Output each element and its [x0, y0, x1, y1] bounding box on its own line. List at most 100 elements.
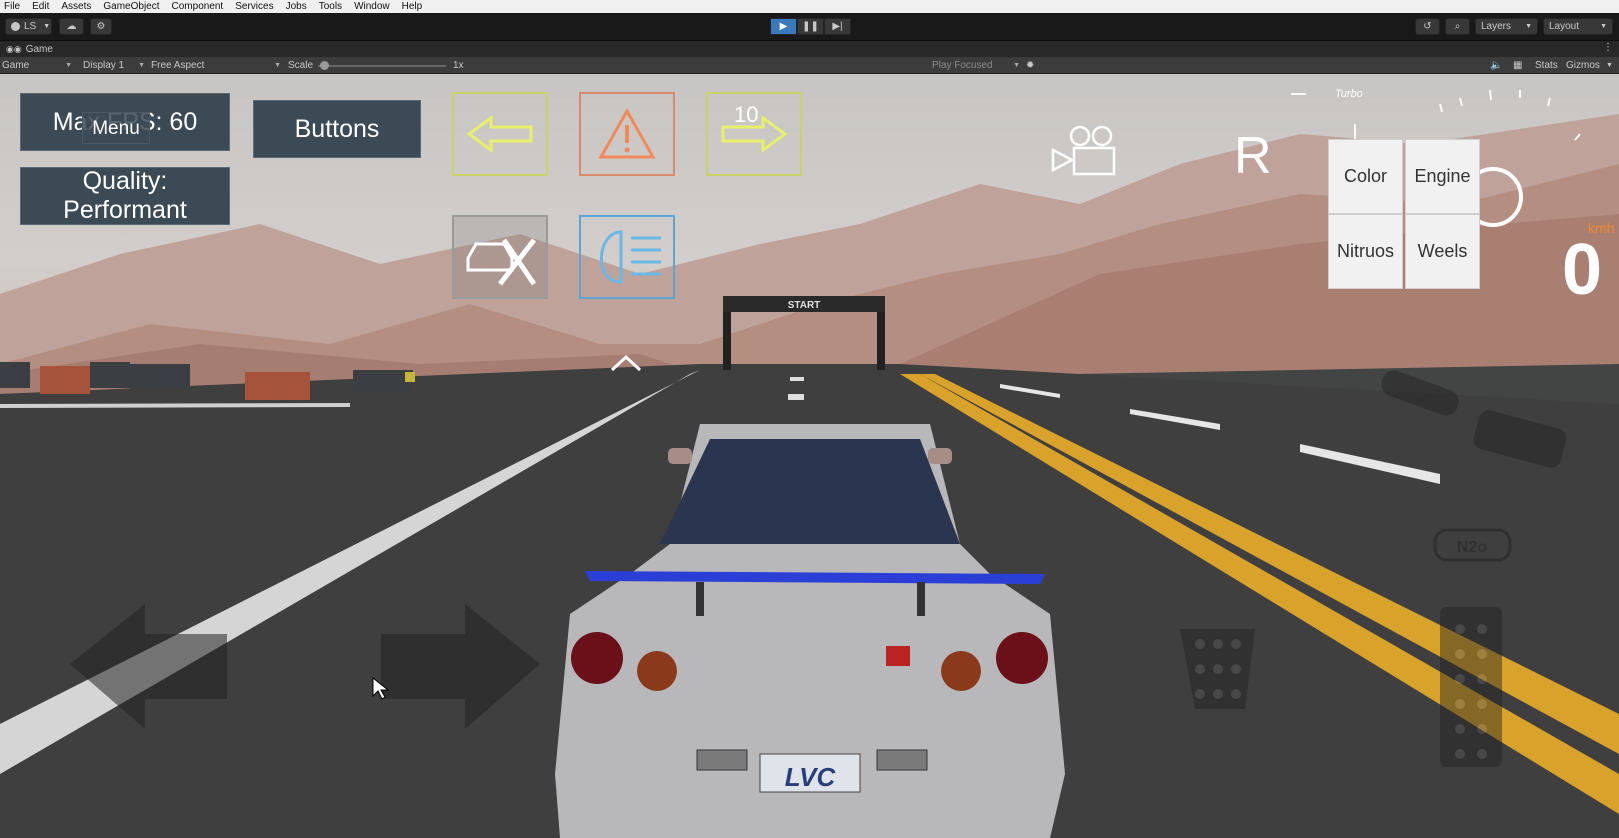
menu-gameobject[interactable]: GameObject	[97, 0, 165, 13]
layout-dropdown[interactable]: Layout ▼	[1543, 18, 1613, 35]
turbo-label: Turbo	[1335, 88, 1363, 100]
pause-button[interactable]: ❚❚	[797, 18, 824, 35]
chevron-down-icon[interactable]: ▼	[1606, 57, 1613, 74]
history-button[interactable]: ↺	[1415, 18, 1440, 35]
scale-slider-track[interactable]	[318, 65, 446, 67]
chevron-down-icon: ▼	[43, 23, 51, 30]
wheels-button[interactable]: Weels	[1405, 214, 1480, 289]
right-indicator-button[interactable]: 10	[706, 92, 802, 176]
search-icon: ⌕	[1454, 21, 1461, 32]
game-tab-bar: ◉◉ Game ⋮	[0, 41, 1619, 57]
bug-icon[interactable]: ✹	[1026, 57, 1034, 74]
menu-tools[interactable]: Tools	[313, 0, 348, 13]
license-plate-text: LVC	[785, 762, 837, 792]
menu-button[interactable]: Menu	[82, 112, 150, 144]
game-viewport[interactable]: START LVC N2o Max 60 Menu Quality: Perfo…	[0, 74, 1619, 838]
play-button[interactable]: ▶	[770, 18, 797, 35]
history-icon: ↺	[1423, 21, 1432, 32]
repair-button[interactable]	[452, 215, 548, 299]
start-banner-text: START	[788, 300, 821, 311]
play-focused-select[interactable]: Play Focused ▼	[932, 57, 1020, 74]
search-button[interactable]: ⌕	[1445, 18, 1470, 35]
headlights-button[interactable]	[579, 215, 675, 299]
account-icon	[11, 22, 20, 31]
layers-dropdown[interactable]: Layers ▼	[1475, 18, 1538, 35]
quality-label: Quality: Performant	[63, 167, 187, 224]
chevron-down-icon: ▼	[1600, 23, 1607, 30]
step-icon: ▶|	[832, 21, 843, 32]
nitro-button-label: Nitruos	[1336, 241, 1394, 261]
settings-icon: ⚙	[96, 21, 106, 32]
gamepad-icon: ◉◉	[6, 43, 22, 54]
arrow-left-icon	[466, 115, 533, 153]
pause-icon: ❚❚	[802, 21, 819, 32]
video-camera-icon	[1051, 125, 1116, 176]
menu-help[interactable]: Help	[396, 0, 429, 13]
speed-value: 0	[1562, 230, 1603, 310]
gear-indicator: R	[1234, 127, 1272, 185]
nitro-button[interactable]: Nitruos	[1328, 214, 1403, 289]
shift-up-button[interactable]	[610, 354, 642, 374]
more-options-icon[interactable]: ⋮	[1603, 42, 1613, 53]
camera-switch-button[interactable]	[1050, 124, 1120, 180]
main-toolbar: LS ▼ ☁ ⚙ ▶ ❚❚ ▶| ↺ ⌕ Layers ▼ Layout ▼	[0, 13, 1619, 41]
mute-audio-icon[interactable]: 🔈	[1490, 57, 1502, 74]
buttons-label: Buttons	[294, 114, 380, 143]
view-select[interactable]: Game ▼	[2, 57, 72, 74]
menu-component[interactable]: Component	[166, 0, 230, 13]
left-indicator-button[interactable]	[452, 92, 548, 176]
aspect-select[interactable]: Free Aspect ▼	[151, 57, 281, 74]
gizmos-button[interactable]: Gizmos	[1566, 57, 1600, 74]
cloud-icon: ☁	[66, 21, 77, 32]
keyboard-icon[interactable]: ▦	[1513, 57, 1522, 74]
scale-label: Scale	[288, 60, 314, 71]
headlight-icon	[600, 230, 661, 284]
warning-triangle-icon	[598, 108, 656, 159]
cloud-button[interactable]: ☁	[59, 18, 84, 35]
display-select[interactable]: Display 1 ▼	[83, 57, 145, 74]
gas-button[interactable]	[1440, 607, 1502, 767]
game-options-bar: Game ▼ Display 1 ▼ Free Aspect ▼ Scale 1…	[0, 57, 1619, 74]
chevron-down-icon: ▼	[65, 62, 72, 69]
menu-file[interactable]: File	[0, 0, 26, 13]
menu-window[interactable]: Window	[348, 0, 396, 13]
menu-label: Menu	[92, 117, 140, 139]
play-controls: ▶ ❚❚ ▶|	[770, 18, 851, 35]
layout-label: Layout	[1549, 21, 1580, 32]
center-dash	[788, 394, 804, 400]
view-select-value: Game	[2, 60, 30, 71]
chevron-down-icon: ▼	[138, 62, 145, 69]
scale-slider-handle[interactable]	[320, 61, 329, 70]
collab-button[interactable]: ⚙	[90, 18, 112, 35]
display-select-value: Display 1	[83, 60, 125, 71]
engine-button[interactable]: Engine	[1405, 139, 1480, 214]
nitro-boost-button[interactable]	[1435, 530, 1511, 561]
chevron-down-icon: ▼	[274, 62, 281, 69]
brake-button[interactable]	[1180, 629, 1256, 710]
engine-label: Engine	[1414, 166, 1471, 186]
chevron-down-icon: ▼	[1013, 62, 1020, 69]
account-dropdown[interactable]: LS ▼	[5, 18, 52, 35]
steer-left-button[interactable]	[70, 604, 228, 730]
menu-bar: File Edit Assets GameObject Component Se…	[0, 0, 1619, 13]
account-label: LS	[24, 21, 37, 32]
stats-button[interactable]: Stats	[1535, 57, 1558, 74]
hazard-button[interactable]	[579, 92, 675, 176]
menu-edit[interactable]: Edit	[26, 0, 55, 13]
quality-button[interactable]: Quality: Performant	[20, 167, 230, 225]
layers-label: Layers	[1481, 21, 1512, 32]
menu-services[interactable]: Services	[229, 0, 279, 13]
tab-game[interactable]: ◉◉ Game	[0, 41, 59, 57]
countdown-label: 10	[734, 102, 759, 127]
buttons-button[interactable]: Buttons	[253, 100, 421, 158]
center-dash	[790, 377, 804, 381]
chevron-down-icon: ▼	[1525, 23, 1532, 30]
menu-assets[interactable]: Assets	[55, 0, 97, 13]
scale-value: 1x	[453, 60, 464, 71]
tab-game-label: Game	[25, 43, 53, 55]
color-button[interactable]: Color	[1328, 139, 1403, 214]
step-button[interactable]: ▶|	[824, 18, 851, 35]
steer-right-button[interactable]	[381, 604, 541, 730]
color-label: Color	[1343, 166, 1387, 186]
menu-jobs[interactable]: Jobs	[280, 0, 313, 13]
